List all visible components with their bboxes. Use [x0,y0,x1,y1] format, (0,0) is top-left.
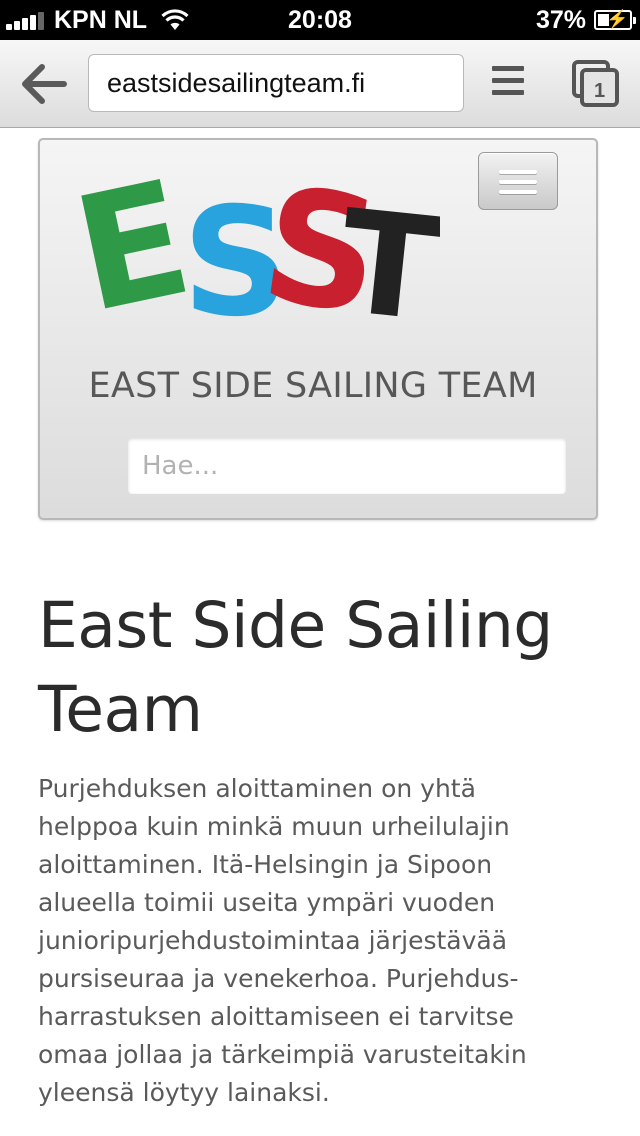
site-title: EAST SIDE SAILING TEAM [88,366,538,406]
page-title: East Side Sailing Team [38,589,553,746]
url-field[interactable]: eastsidesailingteam.fi [88,54,464,112]
esst-logo[interactable]: E S S T [80,154,440,324]
browser-toolbar: eastsidesailingteam.fi 1 [0,40,640,128]
nav-toggle-button[interactable] [478,152,558,210]
menu-icon[interactable] [492,66,524,102]
battery-icon: ⚡ [594,9,636,30]
charging-bolt-icon: ⚡ [606,9,629,29]
status-right: 37% ⚡ [535,5,636,35]
tab-count: 1 [594,80,605,102]
search-input[interactable] [128,438,566,494]
site-header: E S S T EAST SIDE SAILING TEAM [38,138,598,520]
status-bar: KPN NL 20:08 37% ⚡ [0,0,640,40]
tabs-icon[interactable]: 1 [572,60,620,108]
svg-text:T: T [332,179,440,324]
battery-percent: 37% [535,5,586,34]
back-arrow-icon[interactable] [22,62,68,106]
intro-paragraph: Purjehduksen aloittaminen on yhtä helppo… [38,774,527,1107]
